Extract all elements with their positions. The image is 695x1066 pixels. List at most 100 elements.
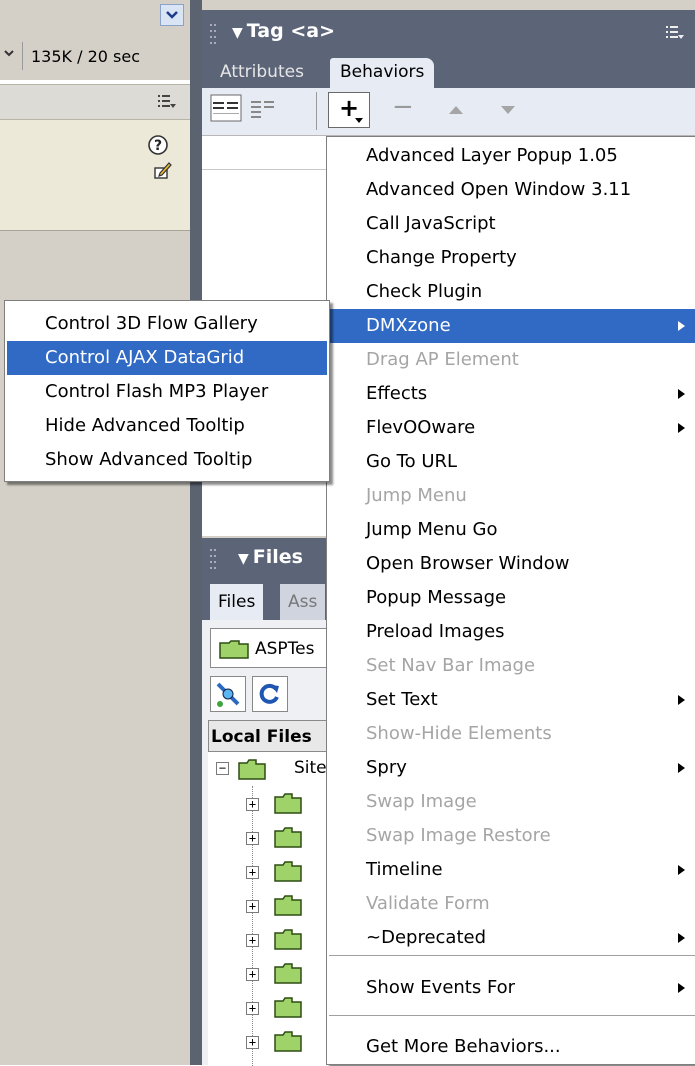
dmxzone-submenu: Control 3D Flow Gallery Control AJAX Data… [4, 300, 330, 482]
menu-item-change-property[interactable]: Change Property [327, 241, 695, 275]
folder-icon [238, 759, 266, 780]
menu-item-dmxzone[interactable]: DMXzone [327, 309, 695, 343]
menu-item-label: Jump Menu Go [366, 519, 498, 540]
show-set-events-icon[interactable] [210, 93, 242, 125]
menu-item-preload-images[interactable]: Preload Images [327, 615, 695, 649]
tab-files[interactable]: Files [210, 584, 264, 620]
move-up-icon[interactable] [448, 104, 464, 116]
menu-item-label: Swap Image [366, 791, 477, 812]
tab-attributes[interactable]: Attributes [210, 58, 314, 88]
menu-item-label: Get More Behaviors... [366, 1036, 561, 1057]
menu-item-swap-image: Swap Image [327, 785, 695, 819]
menu-item-popup-message[interactable]: Popup Message [327, 581, 695, 615]
tab-assets[interactable]: Ass [280, 584, 326, 620]
submenu-arrow-icon [678, 695, 685, 705]
files-title-text: Files [252, 546, 303, 568]
folder-icon [274, 1031, 302, 1052]
expand-box-icon[interactable]: + [246, 968, 259, 981]
menu-item-label: Change Property [366, 247, 517, 268]
dropdown-button[interactable] [160, 4, 184, 26]
menu-item-effects[interactable]: Effects [327, 377, 695, 411]
grip-icon[interactable] [210, 24, 216, 44]
submenu-item-control-ajax-datagrid[interactable]: Control AJAX DataGrid [7, 341, 327, 375]
menu-item-label: Drag AP Element [366, 349, 519, 370]
menu-item-flevooware[interactable]: FlevOOware [327, 411, 695, 445]
menu-item-advanced-layer-popup-1-05[interactable]: Advanced Layer Popup 1.05 [327, 139, 695, 173]
menu-item-call-javascript[interactable]: Call JavaScript [327, 207, 695, 241]
menu-item-timeline[interactable]: Timeline [327, 853, 695, 887]
menu-item-show-events-for[interactable]: Show Events For [327, 971, 695, 1005]
expand-box-icon[interactable]: + [246, 798, 259, 811]
refresh-button[interactable] [252, 676, 288, 712]
collapse-box-icon[interactable]: − [216, 762, 229, 775]
show-all-events-icon[interactable] [248, 93, 280, 125]
tag-title-text: Tag <a> [246, 20, 335, 42]
tab-behaviors[interactable]: Behaviors [330, 58, 435, 88]
menu-item-go-to-url[interactable]: Go To URL [327, 445, 695, 479]
menu-item-label: Advanced Open Window 3.11 [366, 179, 632, 200]
expand-box-icon[interactable]: + [246, 866, 259, 879]
panel-options-icon[interactable] [666, 26, 684, 40]
refresh-icon [259, 683, 279, 704]
connect-button[interactable] [210, 676, 246, 712]
connect-icon [216, 682, 240, 707]
tag-panel-header[interactable]: ▼ Tag <a> [202, 10, 695, 56]
menu-item-label: DMXzone [366, 315, 451, 336]
toolbar-separator [316, 92, 317, 130]
menu-item-advanced-open-window-3-11[interactable]: Advanced Open Window 3.11 [327, 173, 695, 207]
panel-options-icon[interactable] [158, 95, 176, 109]
behaviors-toolbar: + − [202, 88, 695, 136]
submenu-item-hide-advanced-tooltip[interactable]: Hide Advanced Tooltip [7, 409, 327, 443]
submenu-item-show-advanced-tooltip[interactable]: Show Advanced Tooltip [7, 443, 327, 477]
folder-icon [274, 895, 302, 916]
chevron-down-icon[interactable] [2, 46, 16, 60]
connection-speed-row: 135K / 20 sec [0, 38, 190, 70]
tree-root-label: Site [294, 758, 327, 778]
tag-panel-tabs: Attributes Behaviors [202, 56, 695, 88]
menu-item-jump-menu-go[interactable]: Jump Menu Go [327, 513, 695, 547]
menu-item-set-text[interactable]: Set Text [327, 683, 695, 717]
submenu-arrow-icon [678, 983, 685, 993]
folder-icon [219, 640, 249, 659]
menu-item-label: Check Plugin [366, 281, 483, 302]
menu-item-label: Set Nav Bar Image [366, 655, 536, 676]
panel-divider[interactable] [190, 0, 202, 1065]
remove-behavior-button[interactable]: − [392, 92, 414, 122]
expand-box-icon[interactable]: + [246, 934, 259, 947]
collapse-arrow-icon[interactable]: ▼ [238, 551, 249, 567]
menu-item-label: Open Browser Window [366, 553, 570, 574]
svg-text:?: ? [154, 138, 162, 154]
add-behavior-button[interactable]: + [328, 92, 370, 128]
menu-item-label: Show Events For [366, 977, 516, 998]
move-down-icon[interactable] [500, 104, 516, 116]
menu-item-label: Jump Menu [366, 485, 467, 506]
expand-box-icon[interactable]: + [246, 832, 259, 845]
menu-item-show-hide-elements: Show-Hide Elements [327, 717, 695, 751]
list-divider [202, 169, 332, 170]
expand-box-icon[interactable]: + [246, 1036, 259, 1049]
edit-icon[interactable] [153, 160, 173, 180]
menu-item-spry[interactable]: Spry [327, 751, 695, 785]
help-icon[interactable]: ? [147, 134, 169, 156]
expand-box-icon[interactable]: + [246, 1002, 259, 1015]
menu-item-validate-form: Validate Form [327, 887, 695, 921]
menu-item-get-more-behaviors[interactable]: Get More Behaviors... [327, 1030, 695, 1064]
grip-icon[interactable] [210, 549, 216, 569]
site-select-value: ASPTes [255, 639, 315, 659]
folder-icon [274, 861, 302, 882]
menu-separator [329, 1015, 695, 1016]
collapse-arrow-icon[interactable]: ▼ [232, 25, 243, 41]
submenu-item-control-flash-mp3-player[interactable]: Control Flash MP3 Player [7, 375, 327, 409]
menu-item-deprecated[interactable]: ~Deprecated [327, 921, 695, 955]
tag-panel-title: ▼ Tag <a> [232, 20, 335, 42]
folder-icon [274, 963, 302, 984]
submenu-item-control-3d-flow-gallery[interactable]: Control 3D Flow Gallery [7, 307, 327, 341]
behaviors-menu: Show Events For Get More Behaviors... Ad… [326, 136, 695, 1065]
expand-box-icon[interactable]: + [246, 900, 259, 913]
submenu-arrow-icon [678, 423, 685, 433]
menu-item-check-plugin[interactable]: Check Plugin [327, 275, 695, 309]
menu-item-open-browser-window[interactable]: Open Browser Window [327, 547, 695, 581]
submenu-arrow-icon [678, 389, 685, 399]
submenu-arrow-icon [678, 865, 685, 875]
site-select[interactable]: ASPTes [210, 628, 340, 668]
